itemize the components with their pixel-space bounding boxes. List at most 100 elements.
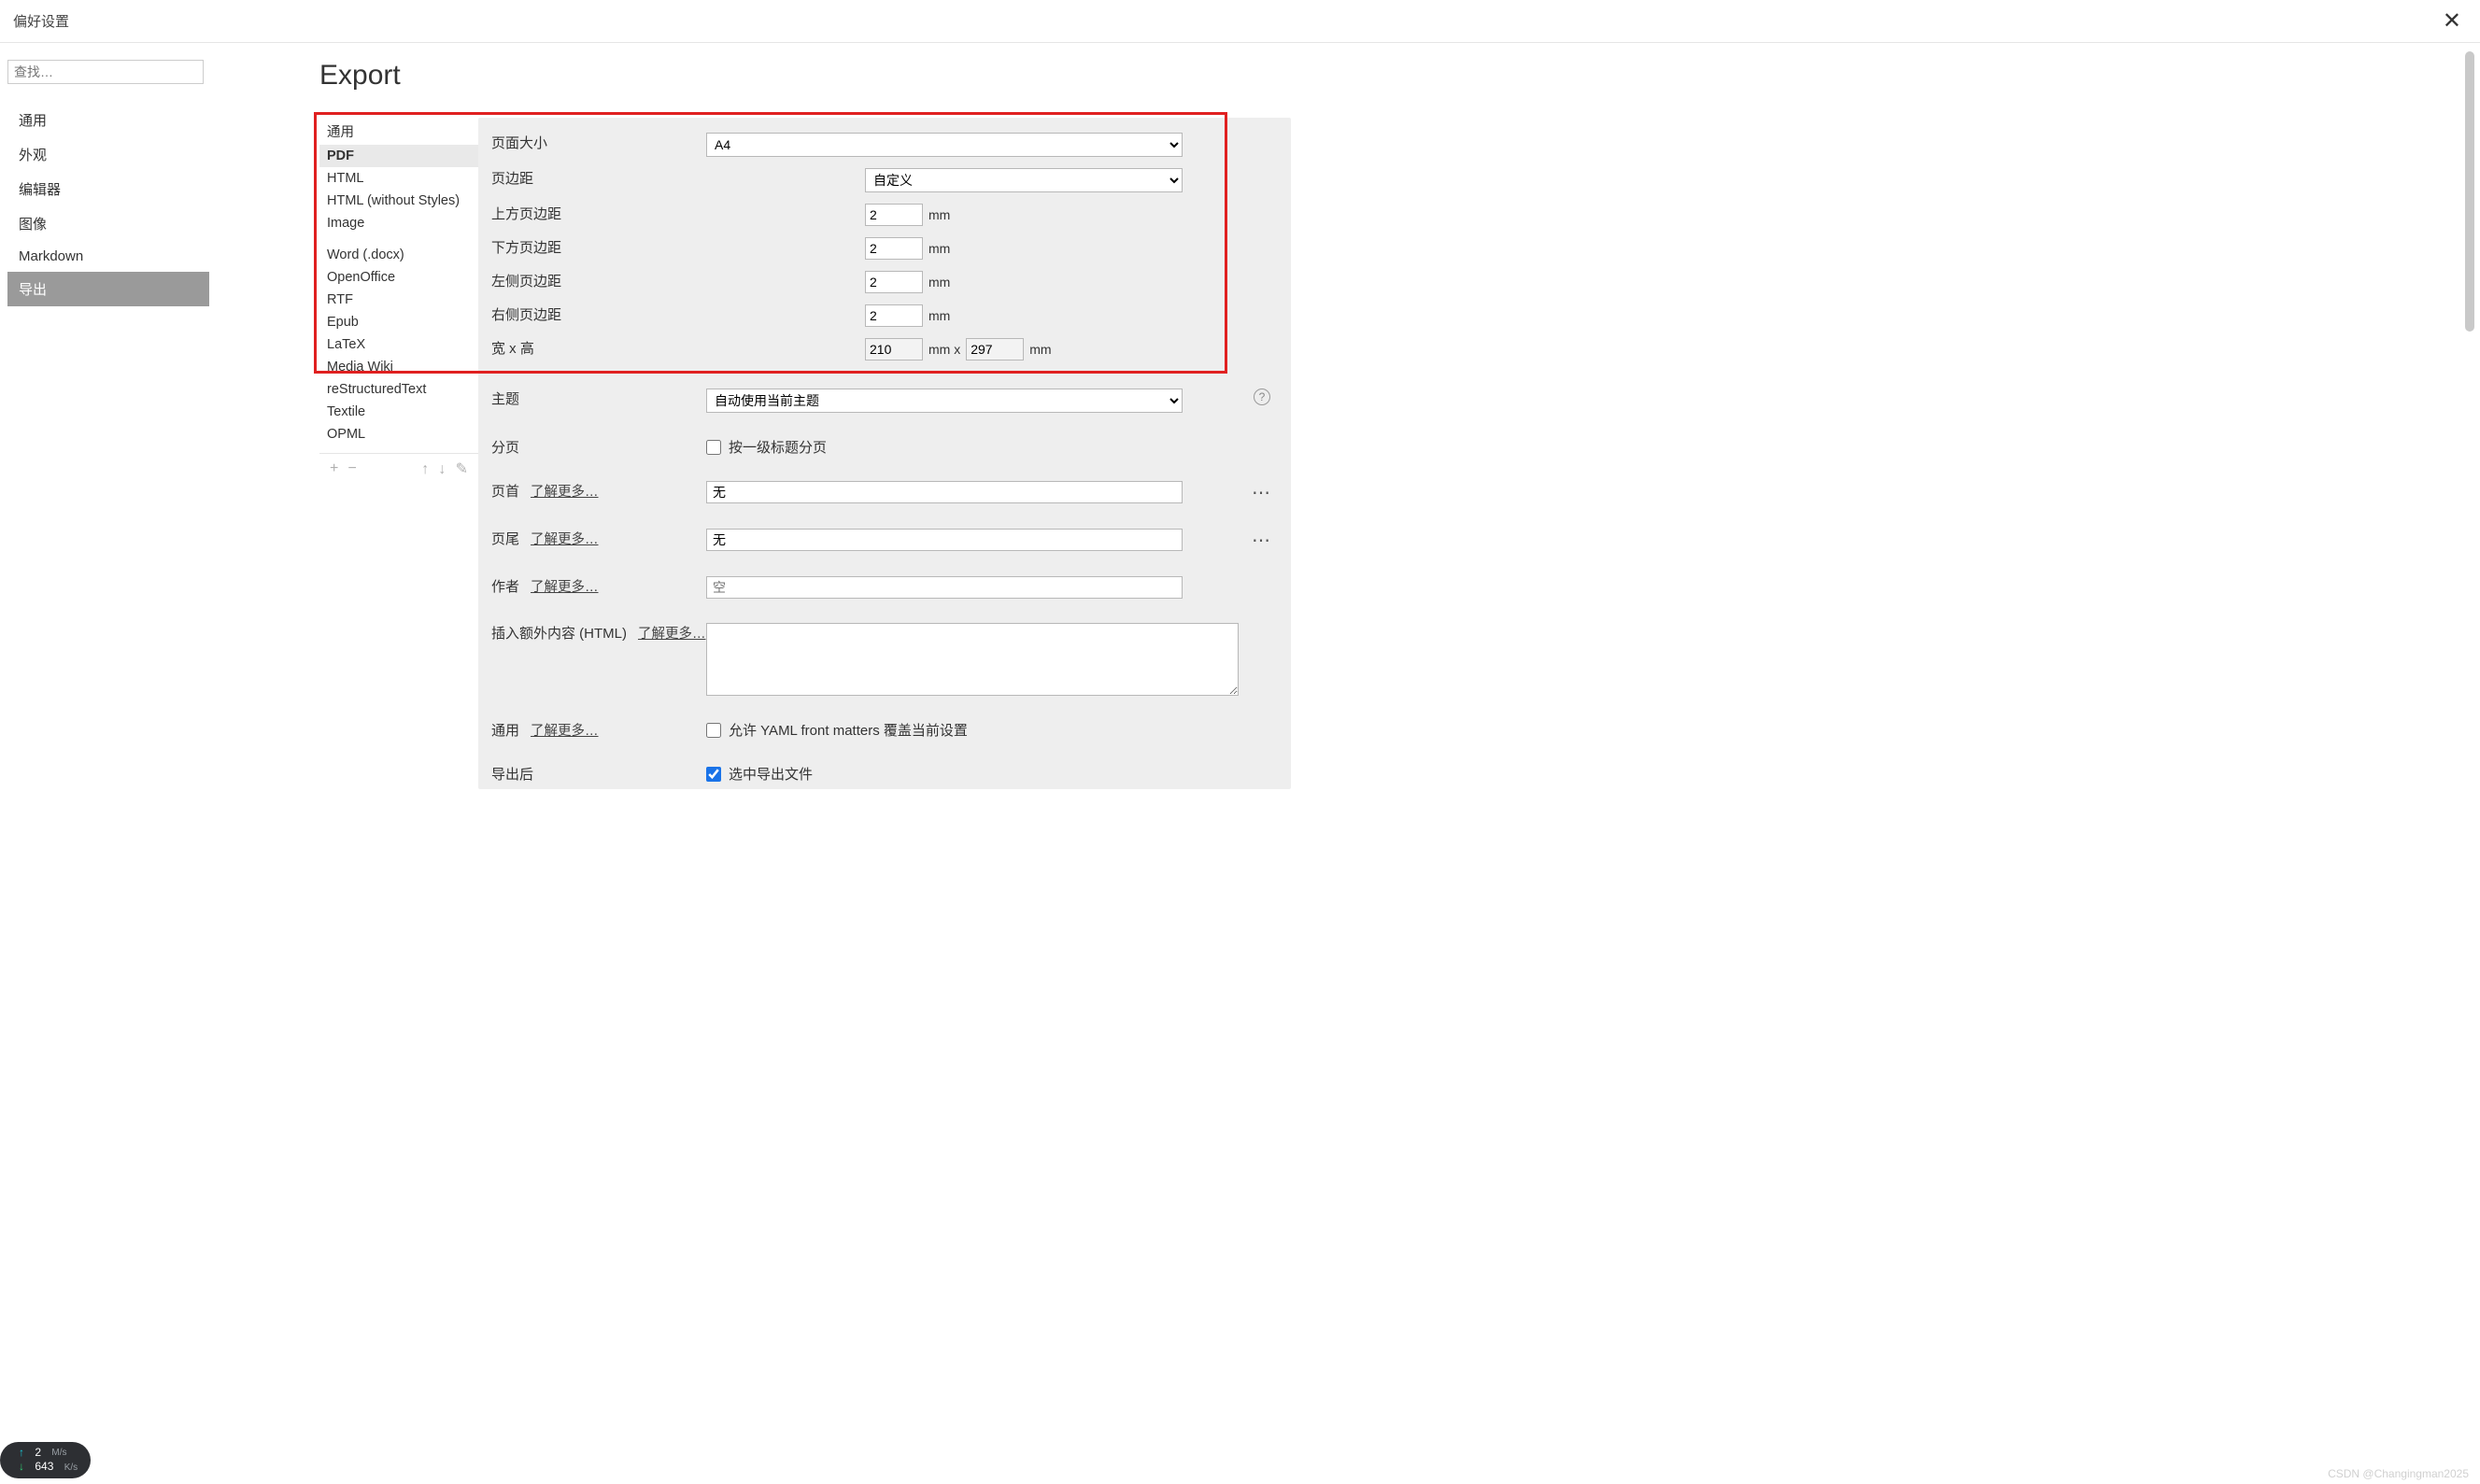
header-input[interactable] — [706, 481, 1183, 503]
sidebar-item-editor[interactable]: 编辑器 — [7, 172, 209, 206]
after-export-checkbox[interactable] — [706, 767, 721, 782]
label-margin-top: 上方页边距 — [491, 204, 561, 223]
format-item-html-nostyle[interactable]: HTML (without Styles) — [319, 190, 478, 212]
format-edit-button[interactable]: ✎ — [453, 461, 471, 477]
sidebar-item-image[interactable]: 图像 — [7, 206, 209, 241]
format-item-textile[interactable]: Textile — [319, 401, 478, 423]
net-up-value: 2 — [35, 1446, 41, 1461]
search-input[interactable] — [7, 60, 204, 84]
format-item-image[interactable]: Image — [319, 212, 478, 234]
format-item-opml[interactable]: OPML — [319, 423, 478, 445]
yaml-checkbox[interactable] — [706, 723, 721, 738]
format-add-button[interactable]: + — [327, 460, 341, 476]
unit-mm: mm — [1029, 342, 1051, 357]
label-paging: 分页 — [491, 437, 519, 457]
net-up-unit: M/s — [51, 1447, 66, 1459]
label-footer: 页尾 — [491, 529, 519, 548]
arrow-down-icon: ↓ — [19, 1460, 24, 1475]
margin-right-input[interactable] — [865, 304, 923, 327]
paging-checkbox[interactable] — [706, 440, 721, 455]
label-author: 作者 — [491, 576, 519, 596]
arrow-up-icon: ↑ — [19, 1446, 24, 1461]
row-general-yaml: 通用 了解更多… 允许 YAML front matters 覆盖当前设置 — [478, 714, 1291, 745]
close-icon[interactable]: ✕ — [2437, 7, 2467, 35]
footer-input[interactable] — [706, 529, 1183, 551]
format-list: 通用 PDF HTML HTML (without Styles) Image … — [319, 118, 478, 445]
app-window: 偏好设置 ✕ 通用 外观 编辑器 图像 Markdown 导出 Export 通… — [0, 0, 2480, 1484]
format-item-pdf[interactable]: PDF — [319, 145, 478, 167]
format-item-html[interactable]: HTML — [319, 167, 478, 190]
row-page-size: 页面大小 A4 — [478, 127, 1291, 163]
width-input — [865, 338, 923, 360]
row-author: 作者 了解更多… — [478, 571, 1291, 604]
row-margin-top: 上方页边距 mm — [478, 198, 1291, 232]
row-margin-bottom: 下方页边距 mm — [478, 232, 1291, 265]
titlebar: 偏好设置 ✕ — [0, 0, 2480, 43]
settings-layout: 通用 PDF HTML HTML (without Styles) Image … — [319, 118, 2458, 789]
label-margin: 页边距 — [491, 168, 533, 188]
row-margin-left: 左侧页边距 mm — [478, 265, 1291, 299]
label-margin-right: 右侧页边距 — [491, 304, 561, 324]
learn-more-header[interactable]: 了解更多… — [531, 481, 599, 501]
format-move-up-button[interactable]: ↑ — [418, 461, 432, 477]
sidebar-item-general[interactable]: 通用 — [7, 103, 209, 137]
format-item-mediawiki[interactable]: Media Wiki — [319, 356, 478, 378]
unit-mm: mm — [928, 207, 950, 222]
body: 通用 外观 编辑器 图像 Markdown 导出 Export 通用 PDF H… — [0, 43, 2480, 1484]
row-margin-right: 右侧页边距 mm — [478, 299, 1291, 332]
row-extra-html: 插入额外内容 (HTML) 了解更多… — [478, 617, 1291, 701]
format-item-rtf[interactable]: RTF — [319, 289, 478, 311]
more-icon[interactable]: ⋯ — [1252, 529, 1272, 552]
paging-text: 按一级标题分页 — [729, 437, 827, 457]
sidebar: 通用 外观 编辑器 图像 Markdown 导出 — [0, 43, 217, 1484]
sidebar-item-export[interactable]: 导出 — [7, 272, 209, 306]
row-paging: 分页 按一级标题分页 — [478, 431, 1291, 462]
learn-more-footer[interactable]: 了解更多… — [531, 529, 599, 548]
extra-html-textarea[interactable] — [706, 623, 1239, 696]
margin-select[interactable]: 自定义 — [865, 168, 1183, 192]
sidebar-list: 通用 外观 编辑器 图像 Markdown 导出 — [7, 103, 209, 306]
format-toolbar: + − ↑ ↓ ✎ — [319, 453, 478, 478]
net-down-value: 643 — [35, 1460, 53, 1475]
author-input[interactable] — [706, 576, 1183, 599]
label-extra-html: 插入额外内容 (HTML) — [491, 623, 627, 643]
format-item-latex[interactable]: LaTeX — [319, 333, 478, 356]
format-item-general[interactable]: 通用 — [319, 118, 478, 145]
content: Export 通用 PDF HTML HTML (without Styles)… — [217, 43, 2480, 1484]
label-margin-bottom: 下方页边距 — [491, 237, 561, 257]
format-item-epub[interactable]: Epub — [319, 311, 478, 333]
label-margin-left: 左侧页边距 — [491, 271, 561, 290]
format-remove-button[interactable]: − — [346, 460, 360, 476]
margin-left-input[interactable] — [865, 271, 923, 293]
learn-more-extra-html[interactable]: 了解更多… — [638, 623, 706, 643]
page-size-select[interactable]: A4 — [706, 133, 1183, 157]
learn-more-general[interactable]: 了解更多… — [531, 720, 599, 740]
help-icon[interactable]: ? — [1254, 389, 1270, 405]
watermark: CSDN @Changingman2025 — [2328, 1467, 2469, 1480]
unit-mm-x: mm x — [928, 342, 960, 357]
learn-more-author[interactable]: 了解更多… — [531, 576, 599, 596]
window-title: 偏好设置 — [13, 11, 69, 31]
format-column: 通用 PDF HTML HTML (without Styles) Image … — [319, 118, 478, 478]
row-after-export: 导出后 选中导出文件 — [478, 758, 1291, 789]
format-item-word[interactable]: Word (.docx) — [319, 244, 478, 266]
format-item-rst[interactable]: reStructuredText — [319, 378, 478, 401]
more-icon[interactable]: ⋯ — [1252, 481, 1272, 504]
label-general-yaml: 通用 — [491, 720, 519, 740]
margin-bottom-input[interactable] — [865, 237, 923, 260]
label-page-size: 页面大小 — [491, 133, 547, 152]
sidebar-item-appearance[interactable]: 外观 — [7, 137, 209, 172]
label-header: 页首 — [491, 481, 519, 501]
yaml-text: 允许 YAML front matters 覆盖当前设置 — [729, 720, 968, 740]
margin-top-input[interactable] — [865, 204, 923, 226]
format-move-down-button[interactable]: ↓ — [435, 461, 448, 477]
format-item-openoffice[interactable]: OpenOffice — [319, 266, 478, 289]
scrollbar[interactable] — [2465, 51, 2474, 332]
network-widget: ↑ 2 M/s ↓ 643 K/s — [0, 1442, 91, 1478]
row-theme: 主题 自动使用当前主题 ? — [478, 383, 1291, 418]
unit-mm: mm — [928, 275, 950, 290]
label-theme: 主题 — [491, 389, 519, 408]
sidebar-item-markdown[interactable]: Markdown — [7, 241, 209, 272]
theme-select[interactable]: 自动使用当前主题 — [706, 389, 1183, 413]
after-export-text: 选中导出文件 — [729, 764, 813, 784]
